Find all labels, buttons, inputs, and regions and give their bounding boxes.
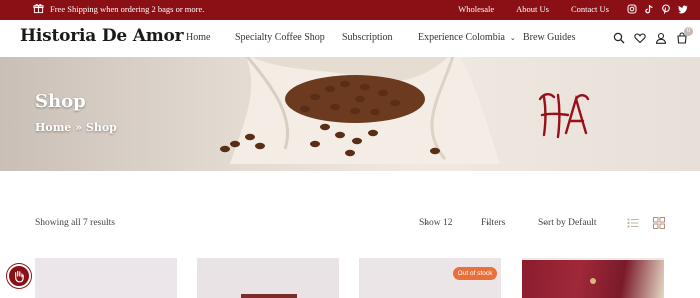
shipping-text: Free Shipping when ordering 2 bags or mo… [50,3,205,14]
product-image-detail [590,278,596,284]
product-card[interactable] [197,258,339,298]
wholesale-link[interactable]: Wholesale [458,4,494,14]
list-view-icon[interactable] [627,217,639,229]
user-icon[interactable] [655,32,667,44]
pinterest-icon[interactable] [661,4,671,14]
product-image [241,294,297,298]
chevron-down-icon: ⌄ [423,218,429,226]
search-icon[interactable] [613,32,625,44]
site-logo[interactable]: Historia De Amor [20,26,184,46]
nav-item-subscription[interactable]: Subscription [342,32,393,43]
cart-count-badge: 0 [684,27,693,36]
product-card[interactable] [35,258,177,298]
about-us-link[interactable]: About Us [516,4,549,14]
page-title: Shop [35,91,86,112]
brand-monogram-logo [538,93,590,139]
heart-icon[interactable] [634,32,646,44]
out-of-stock-badge: Out of stock [453,267,497,280]
twitter-icon[interactable] [678,4,688,14]
nav-item-specialty-coffee-shop[interactable]: Specialty Coffee Shop [235,32,325,43]
results-count: Showing all 7 results [35,218,115,228]
site-header: Historia De Amor Home Specialty Coffee S… [0,20,700,57]
gift-icon [33,4,44,14]
accessibility-button[interactable] [7,264,31,288]
tiktok-icon[interactable] [644,4,654,14]
instagram-icon[interactable] [627,4,637,14]
nav-item-experience-colombia[interactable]: Experience Colombia ⌄ [418,32,516,43]
nav-item-brew-guides[interactable]: Brew Guides [523,32,576,43]
page-banner: Shop Home » Shop [0,57,700,171]
grid-view-icon[interactable] [653,217,665,229]
breadcrumb[interactable]: Home » Shop [35,121,117,134]
top-announcement-bar: Free Shipping when ordering 2 bags or mo… [0,0,700,20]
nav-item-experience-colombia-label: Experience Colombia [418,32,505,43]
coffee-bag-image [220,57,500,164]
chevron-down-icon: ⌄ [509,34,516,42]
contact-us-link[interactable]: Contact Us [571,4,609,14]
chevron-down-icon: ⌄ [542,218,548,226]
cart-button[interactable]: 0 [676,27,693,44]
hand-icon [15,270,24,283]
shipping-notice: Free Shipping when ordering 2 bags or mo… [33,3,204,14]
product-card[interactable] [522,258,664,298]
nav-item-home[interactable]: Home [186,32,210,43]
chevron-down-icon: ⌄ [485,218,491,226]
